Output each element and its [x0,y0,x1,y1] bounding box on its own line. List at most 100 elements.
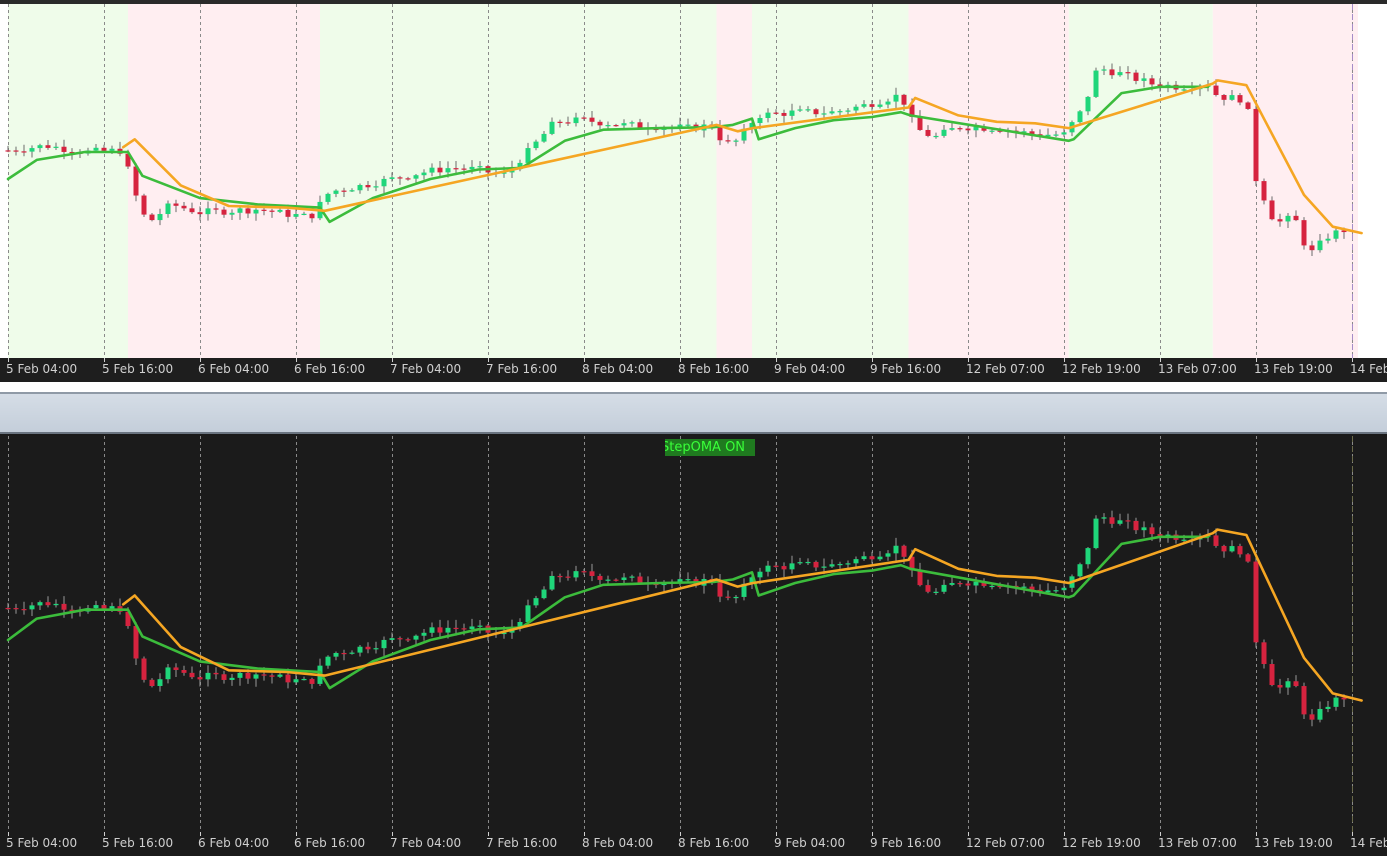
candle-bear [285,209,291,217]
candle-bull [757,571,763,578]
candle-bear [245,208,251,214]
candle-bear [1261,642,1267,665]
candle-bull [885,553,891,557]
indicator-pane[interactable]: 5 Feb 04:00 5 Feb 16:00 6 Feb 04:00 6 Feb 1… [0,436,1387,856]
candle-bull [469,626,475,630]
candle-bear [365,646,371,650]
candle-bear [1149,527,1155,535]
candle-bear [1221,94,1227,100]
candle-bull [533,141,539,149]
candle-bear [21,151,27,153]
candle-bear [405,178,411,180]
candle-bull [893,94,899,102]
main-chart-pane[interactable]: 5 Feb 04:00 5 Feb 16:00 6 Feb 04:00 6 Feb 1… [0,0,1387,382]
candle-bull [1285,215,1291,222]
candle-bear [589,571,595,576]
candle-bull [229,212,235,215]
tick-label: 8 Feb 04:00 [582,836,653,850]
pane-splitter[interactable] [0,382,1387,436]
candle-bull [621,577,627,581]
tick-label: 13 Feb 19:00 [1254,362,1333,376]
candle-bull [621,123,627,126]
candle-bear [781,566,787,570]
candle-bear [965,128,971,131]
candle-bear [557,121,563,123]
candle-bull [805,109,811,111]
candle-bear [957,128,963,130]
candle-bear [717,581,723,597]
candle-bull [1093,518,1099,549]
candle-bull [229,677,235,680]
candle-bear [1221,545,1227,552]
candle-bear [285,674,291,683]
candle-bear [21,609,27,611]
candle-bear [133,166,139,196]
candle-bull [205,672,211,680]
candle-bull [549,575,555,590]
candle-bull [93,147,99,151]
candle-bear [269,675,275,677]
candle-bear [901,545,907,557]
candle-bear [213,672,219,675]
candle-bear [1293,681,1299,687]
candle-bear [1125,520,1131,522]
candle-bear [61,603,67,610]
candle-bear [149,214,155,221]
tick-label: 12 Feb 19:00 [1062,362,1141,376]
candle-bear [1125,72,1131,74]
candle-bear [637,576,643,583]
tick-label: 9 Feb 04:00 [774,836,845,850]
candle-bull [325,656,331,666]
candle-bear [45,602,51,606]
candle-bear [221,674,227,680]
trend-zone-down [908,4,1069,358]
candle-bear [901,94,907,105]
candle-bull [829,111,835,114]
candle-bear [925,129,931,136]
candle-bear [269,210,275,212]
candle-bull [877,556,883,560]
candle-bull [325,193,331,202]
candle-bear [341,190,347,192]
candle-bear [437,167,443,173]
candle-bear [965,583,971,586]
candle-bear [1245,554,1251,562]
candle-bear [221,209,227,215]
candle-bull [1101,69,1107,71]
candle-bull [389,638,395,640]
candle-bear [957,583,963,585]
candle-bear [773,112,779,114]
candle-bull [277,674,283,677]
candle-bull [157,214,163,221]
candle-bull [885,101,891,105]
candle-bull [989,585,995,588]
indicator-label[interactable]: StepOMA ON [665,439,755,456]
candle-bull [293,679,299,683]
candle-bull [1229,546,1235,552]
candle-bull [301,213,307,215]
indicator-price-chart[interactable]: 5 Feb 04:00 5 Feb 16:00 6 Feb 04:00 6 Feb 1… [0,436,1387,856]
candle-bull [277,209,283,212]
candle-bear [1237,95,1243,103]
trend-zone-down [1212,4,1358,358]
candle-bear [5,607,11,610]
candle-bull [837,111,843,113]
main-price-chart[interactable]: 5 Feb 04:00 5 Feb 16:00 6 Feb 04:00 6 Feb 1… [0,0,1387,382]
candle-bear [245,672,251,679]
candle-bull [765,112,771,119]
candle-bull [1141,527,1147,531]
tick-label: 7 Feb 16:00 [486,836,557,850]
candle-bull [893,545,899,554]
candle-bull [1085,96,1091,112]
candle-bull [549,121,555,134]
tick-label: 12 Feb 07:00 [966,836,1045,850]
candle-bull [853,106,859,111]
tick-label: 8 Feb 16:00 [678,362,749,376]
candle-bear [181,205,187,209]
tick-label: 12 Feb 07:00 [966,362,1045,376]
candle-bull [933,135,939,138]
candle-bear [565,122,571,124]
candle-bull [1085,548,1091,565]
candle-bear [309,213,315,219]
tick-label: 6 Feb 16:00 [294,836,365,850]
